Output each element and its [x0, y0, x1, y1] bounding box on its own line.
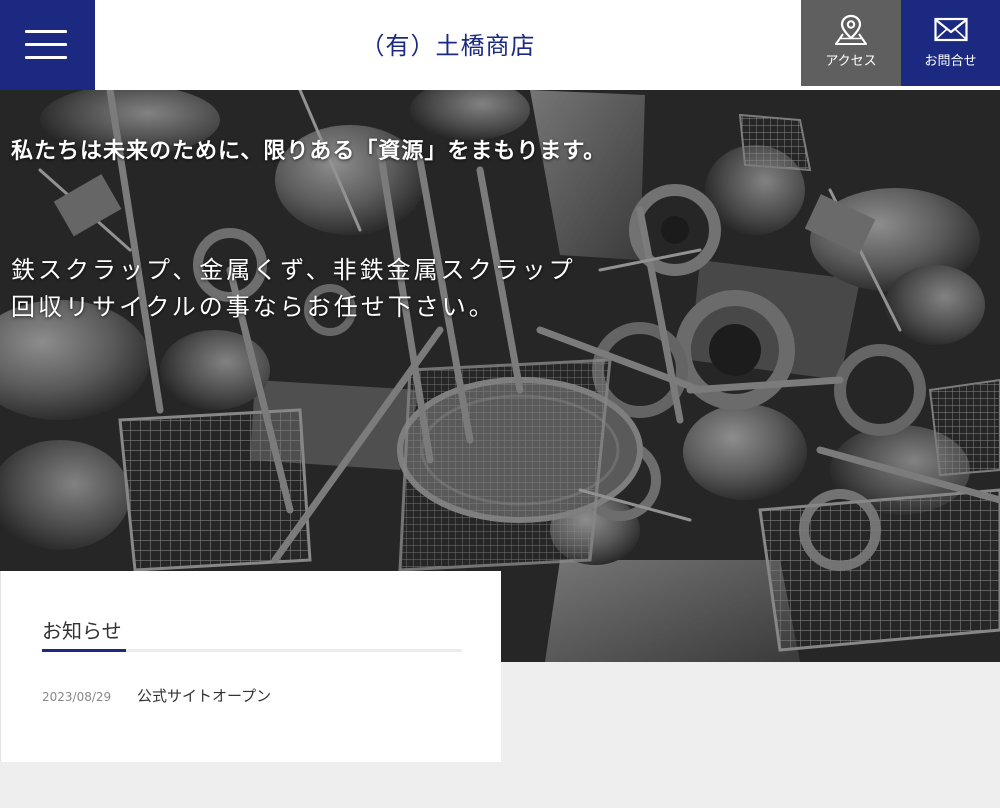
hero-copy-line-1: 鉄スクラップ、金属くず、非鉄金属スクラップ: [11, 256, 576, 284]
site-header: （有）土橋商店 アクセス お問合せ: [0, 0, 1000, 90]
news-item-date: 2023/08/29: [42, 690, 112, 704]
envelope-icon: [933, 17, 968, 42]
contact-button[interactable]: お問合せ: [901, 0, 1000, 86]
hamburger-icon-line: [25, 43, 67, 46]
news-item[interactable]: 2023/08/29 公式サイトオープン: [42, 685, 271, 706]
hero-tagline: 私たちは未来のために、限りある「資源」をまもります。: [11, 139, 607, 164]
hero-copy-line-2: 回収リサイクルの事ならお任せ下さい。: [11, 293, 496, 321]
contact-label: お問合せ: [924, 54, 977, 69]
news-heading: お知らせ: [42, 619, 122, 643]
news-section: お知らせ 2023/08/29 公式サイトオープン: [0, 571, 501, 762]
news-item-title[interactable]: 公式サイトオープン: [137, 685, 271, 706]
map-pin-icon: [835, 14, 867, 45]
site-title[interactable]: （有）土橋商店: [95, 0, 801, 86]
access-label: アクセス: [825, 54, 877, 69]
hamburger-icon: [25, 30, 67, 33]
menu-button[interactable]: [0, 0, 95, 90]
news-heading-accent: [42, 649, 126, 652]
access-button[interactable]: アクセス: [801, 0, 901, 86]
hamburger-icon-line: [25, 56, 67, 59]
news-heading-divider: [42, 649, 462, 652]
